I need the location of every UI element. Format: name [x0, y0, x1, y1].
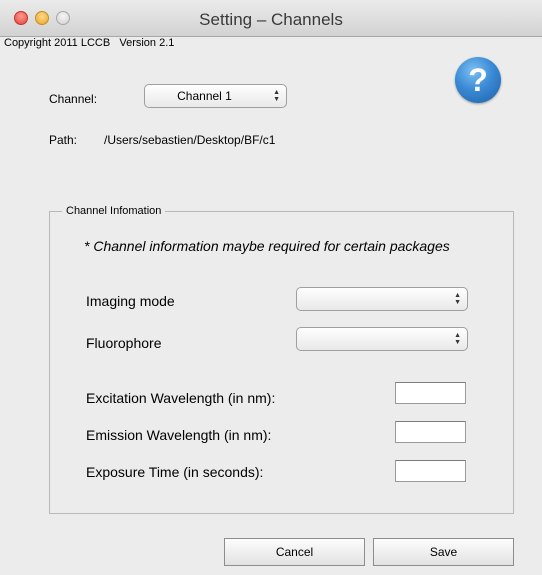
- exposure-time-field[interactable]: [395, 460, 466, 482]
- emission-wavelength-label: Emission Wavelength (in nm):: [86, 427, 272, 443]
- fluorophore-label: Fluorophore: [86, 335, 162, 351]
- excitation-wavelength-label: Excitation Wavelength (in nm):: [86, 390, 276, 406]
- channel-select-value: Channel 1: [177, 89, 232, 103]
- save-button[interactable]: Save: [373, 538, 514, 566]
- cancel-button[interactable]: Cancel: [224, 538, 365, 566]
- imaging-mode-select[interactable]: ▲ ▼: [296, 287, 468, 311]
- path-value: /Users/sebastien/Desktop/BF/c1: [104, 133, 276, 147]
- title-bar[interactable]: Setting – Channels: [0, 0, 542, 37]
- settings-window: Setting – Channels Copyright 2011 LCCB V…: [0, 0, 542, 575]
- window-title: Setting – Channels: [199, 10, 343, 29]
- channel-label: Channel:: [49, 92, 98, 106]
- excitation-wavelength-field[interactable]: [395, 382, 466, 404]
- path-label: Path:: [49, 133, 78, 147]
- exposure-time-label: Exposure Time (in seconds):: [86, 464, 264, 480]
- fluorophore-value: [297, 328, 445, 350]
- help-icon[interactable]: ?: [455, 57, 501, 103]
- channel-info-note: * Channel information maybe required for…: [84, 238, 450, 254]
- updown-chevron-icon: ▲ ▼: [454, 292, 461, 306]
- updown-chevron-icon: ▲ ▼: [273, 89, 280, 103]
- channel-select[interactable]: Channel 1 ▲ ▼: [144, 84, 287, 108]
- imaging-mode-value: [297, 288, 445, 310]
- channel-info-group-title: Channel Infomation: [62, 205, 166, 217]
- updown-chevron-icon: ▲ ▼: [454, 332, 461, 346]
- imaging-mode-label: Imaging mode: [86, 293, 175, 309]
- emission-wavelength-field[interactable]: [395, 421, 466, 443]
- copyright-text: Copyright 2011 LCCB Version 2.1: [4, 37, 175, 49]
- fluorophore-select[interactable]: ▲ ▼: [296, 327, 468, 351]
